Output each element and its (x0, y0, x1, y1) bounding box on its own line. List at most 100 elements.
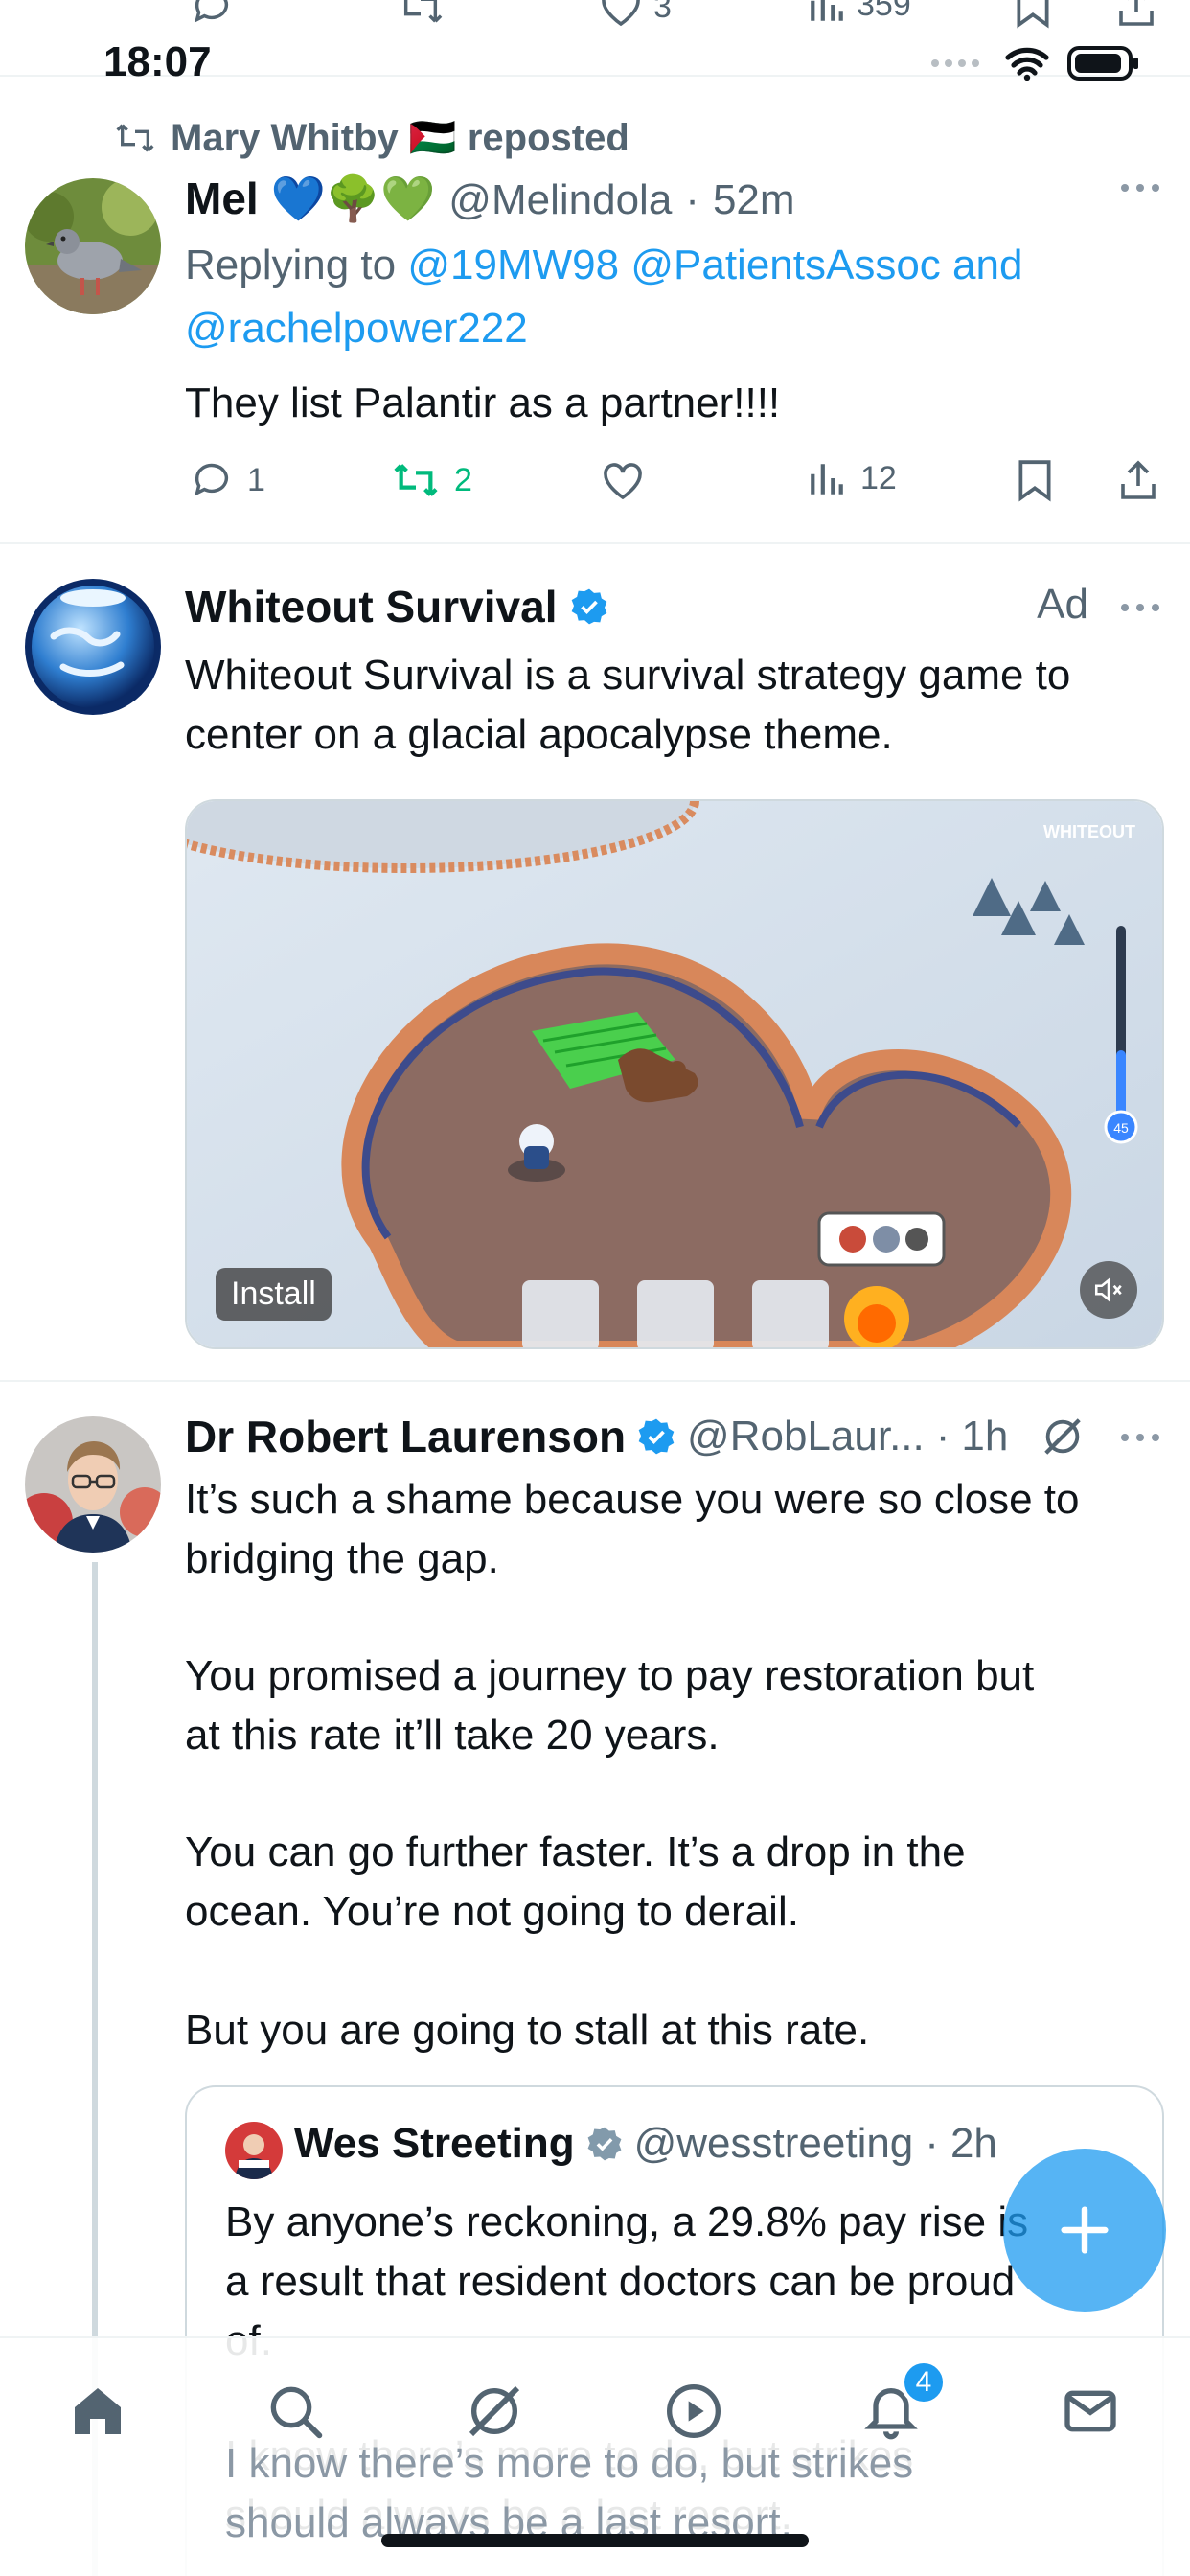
wifi-icon (1005, 47, 1049, 80)
grok-icon (469, 2385, 520, 2437)
video-watermark: WHITEOUT (1043, 822, 1135, 841)
replying-to: Replying to @19MW98 @PatientsAssoc and (185, 236, 1172, 295)
muted-speaker-icon (1094, 1277, 1122, 1302)
reply-button[interactable]: 1 (190, 458, 265, 502)
man-avatar-image (25, 1416, 161, 1552)
bookmark-icon (1017, 0, 1049, 29)
tweet-text-line: You can go further faster. It’s a drop i… (185, 1828, 966, 1875)
author-handle[interactable]: @RobLaur... (687, 1413, 925, 1460)
advertiser-name[interactable]: Whiteout Survival (185, 581, 557, 632)
reply-mention-2[interactable]: @rachelpower222 (185, 299, 528, 358)
bookmark-button[interactable] (1016, 458, 1054, 502)
more-button[interactable] (1119, 1428, 1161, 1447)
search-icon (270, 2386, 323, 2439)
signal-icon (931, 59, 979, 67)
repost-icon (394, 464, 438, 496)
views-icon (811, 464, 843, 494)
pigeon-avatar-image (25, 178, 161, 314)
more-button[interactable] (1119, 178, 1161, 197)
author-name[interactable]: Dr Robert Laurenson (185, 1411, 626, 1462)
reply-mentions[interactable]: @19MW98 @PatientsAssoc and (407, 242, 1022, 288)
repost-label: Mary Whitby 🇵🇸 reposted (171, 117, 629, 159)
like-button[interactable]: 3 (598, 0, 672, 29)
tweet-time: 52m (712, 176, 795, 223)
level-value: 45 (1113, 1120, 1129, 1136)
avatar[interactable] (25, 178, 161, 314)
status-icons (929, 46, 1140, 80)
home-indicator[interactable] (381, 2534, 809, 2547)
quoted-author-handle: @wesstreeting (633, 2120, 914, 2167)
repost-icon (403, 0, 443, 23)
game-scene-image: WHITEOUT 45 (187, 801, 1162, 1347)
ad-video[interactable]: WHITEOUT 45 Install (185, 799, 1164, 1349)
reply-count: 1 (247, 461, 265, 498)
ad-text-line2: center on a glacial apocalypse theme. (185, 711, 893, 758)
separator: · (925, 2120, 939, 2167)
tweet-text: They list Palantir as a partner!!!! (185, 380, 781, 426)
tweet-text-line: You promised a journey to pay restoratio… (185, 1652, 1035, 1699)
views-button[interactable]: 359 (807, 0, 911, 25)
tweet-text-line: at this rate it’ll take 20 years. (185, 1712, 720, 1759)
repost-context[interactable]: Mary Whitby 🇵🇸 reposted (113, 115, 629, 160)
share-icon (1121, 460, 1156, 499)
play-icon (667, 2384, 721, 2438)
mail-icon (1064, 2390, 1116, 2432)
heart-icon (604, 463, 642, 500)
quoted-tweet-time: 2h (950, 2120, 997, 2167)
more-icon (1121, 604, 1159, 611)
quoted-text-line: By anyone’s reckoning, a 29.8% pay rise … (225, 2198, 1029, 2245)
ad-label: Ad (1037, 581, 1088, 628)
more-button[interactable] (1119, 598, 1161, 617)
repost-count: 2 (454, 461, 472, 498)
repost-button[interactable]: 2 (391, 458, 472, 502)
share-button[interactable] (1115, 0, 1157, 29)
quote-header: Wes Streeting @wesstreeting · 2h (294, 2120, 997, 2168)
battery-icon (1067, 46, 1138, 80)
repost-button[interactable] (397, 0, 445, 29)
home-icon (75, 2388, 121, 2434)
separator: · (935, 1413, 950, 1460)
divider (0, 1380, 1190, 1382)
globe-logo-icon (25, 579, 161, 715)
more-icon (1121, 1434, 1159, 1441)
quoted-text-line: a result that resident doctors can be pr… (225, 2258, 1016, 2305)
install-button[interactable]: Install (216, 1268, 332, 1321)
tweet-text-line: It’s such a shame because you were so cl… (185, 1476, 1080, 1523)
like-count: 3 (653, 0, 672, 25)
tweet2-header: Dr Robert Laurenson @RobLaur... · 1h (185, 1411, 1008, 1462)
author-handle[interactable]: @Melindola (448, 176, 672, 224)
notifications-badge: 4 (901, 2359, 947, 2405)
avatar (225, 2122, 283, 2179)
author-name[interactable]: Mel 💙🌳💚 (185, 172, 435, 225)
mute-button[interactable] (1080, 1261, 1137, 1319)
ad-header: Whiteout Survival (185, 581, 608, 632)
compose-button[interactable] (1003, 2149, 1166, 2312)
status-time: 18:07 (103, 38, 212, 85)
reply-button[interactable] (190, 0, 234, 29)
tweet-text-line: But you are going to stall at this rate. (185, 2007, 870, 2054)
tweet-time: 1h (961, 1413, 1009, 1460)
avatar[interactable] (25, 1416, 161, 1552)
quoted-text-overflow: I know there’s more to do, but strikes (225, 2440, 914, 2487)
bookmark-button[interactable] (1014, 0, 1052, 29)
advertiser-avatar[interactable] (25, 579, 161, 715)
plus-icon (1061, 2206, 1109, 2254)
view-count: 359 (857, 0, 911, 23)
grok-icon (1044, 1418, 1081, 1455)
share-button[interactable] (1117, 458, 1159, 502)
like-button[interactable] (600, 458, 646, 502)
views-button[interactable]: 12 (807, 458, 897, 498)
tab-home[interactable] (59, 2373, 136, 2450)
tab-messages[interactable] (1052, 2373, 1129, 2450)
divider (0, 542, 1190, 544)
quoted-author-name: Wes Streeting (294, 2120, 575, 2167)
more-icon (1121, 184, 1159, 192)
ad-text-line1: Whiteout Survival is a survival strategy… (185, 652, 1071, 699)
tweet-text-line: bridging the gap. (185, 1535, 499, 1582)
bookmark-icon (1018, 460, 1051, 502)
heart-icon (602, 0, 640, 27)
reply-icon (195, 463, 229, 496)
grok-button[interactable] (1041, 1414, 1085, 1459)
views-icon (811, 0, 843, 21)
tweet1-header: Mel 💙🌳💚 @Melindola · 52m (185, 172, 795, 225)
